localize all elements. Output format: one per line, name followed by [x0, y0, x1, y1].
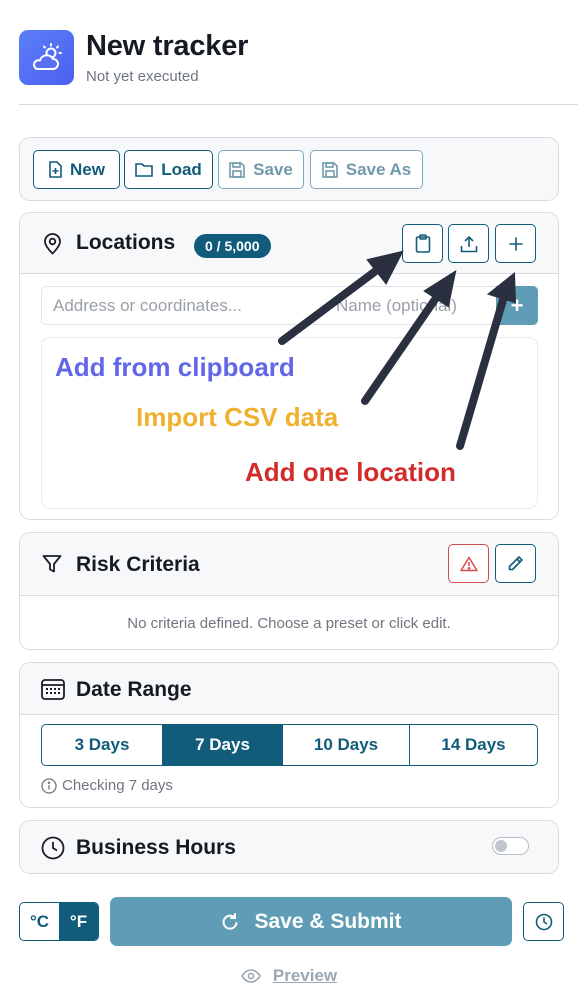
date-range-header: Date Range [20, 663, 558, 715]
save-submit-button[interactable]: Save & Submit [110, 897, 512, 946]
date-range-title: Date Range [76, 678, 192, 701]
save-submit-label: Save & Submit [254, 909, 402, 933]
eye-icon [240, 969, 261, 983]
edit-criteria-button[interactable] [495, 544, 536, 583]
date-range-selector: 3 Days 7 Days 10 Days 14 Days [41, 724, 538, 766]
clock-icon [41, 836, 65, 860]
date-range-card: Date Range 3 Days 7 Days 10 Days 14 Days… [19, 662, 559, 808]
risk-criteria-card: Risk Criteria No criteria defined. Choos… [19, 532, 559, 650]
risk-criteria-title: Risk Criteria [76, 553, 200, 576]
risk-criteria-header: Risk Criteria [20, 533, 558, 596]
date-option-7-days[interactable]: 7 Days [163, 725, 283, 765]
calendar-icon [41, 679, 65, 700]
schedule-button[interactable] [523, 902, 564, 941]
preview-label: Preview [272, 966, 338, 985]
arrow-to-clipboard [278, 250, 404, 345]
risk-criteria-empty: No criteria defined. Choose a preset or … [127, 615, 451, 632]
schedule-clock-icon [535, 913, 552, 930]
toggle-knob [495, 840, 507, 852]
business-hours-title: Business Hours [76, 836, 236, 859]
warning-icon [459, 556, 478, 571]
temperature-unit-toggle: °C °F [19, 902, 99, 941]
refresh-icon [223, 912, 238, 930]
unit-celsius[interactable]: °C [20, 903, 59, 940]
date-option-10-days[interactable]: 10 Days [283, 725, 410, 765]
preview-link[interactable]: Preview [0, 966, 578, 986]
info-icon [41, 777, 57, 794]
pencil-icon [508, 556, 523, 571]
arrow-to-import [361, 269, 457, 405]
clear-criteria-button[interactable] [448, 544, 489, 583]
business-hours-card: Business Hours [19, 820, 559, 874]
business-hours-toggle[interactable] [492, 837, 529, 855]
filter-icon [42, 555, 62, 573]
arrow-to-add-one [456, 271, 517, 450]
date-range-hint: Checking 7 days [41, 777, 173, 794]
date-range-hint-text: Checking 7 days [62, 777, 173, 794]
date-option-3-days[interactable]: 3 Days [42, 725, 163, 765]
date-option-14-days[interactable]: 14 Days [410, 725, 537, 765]
unit-fahrenheit[interactable]: °F [59, 903, 98, 940]
